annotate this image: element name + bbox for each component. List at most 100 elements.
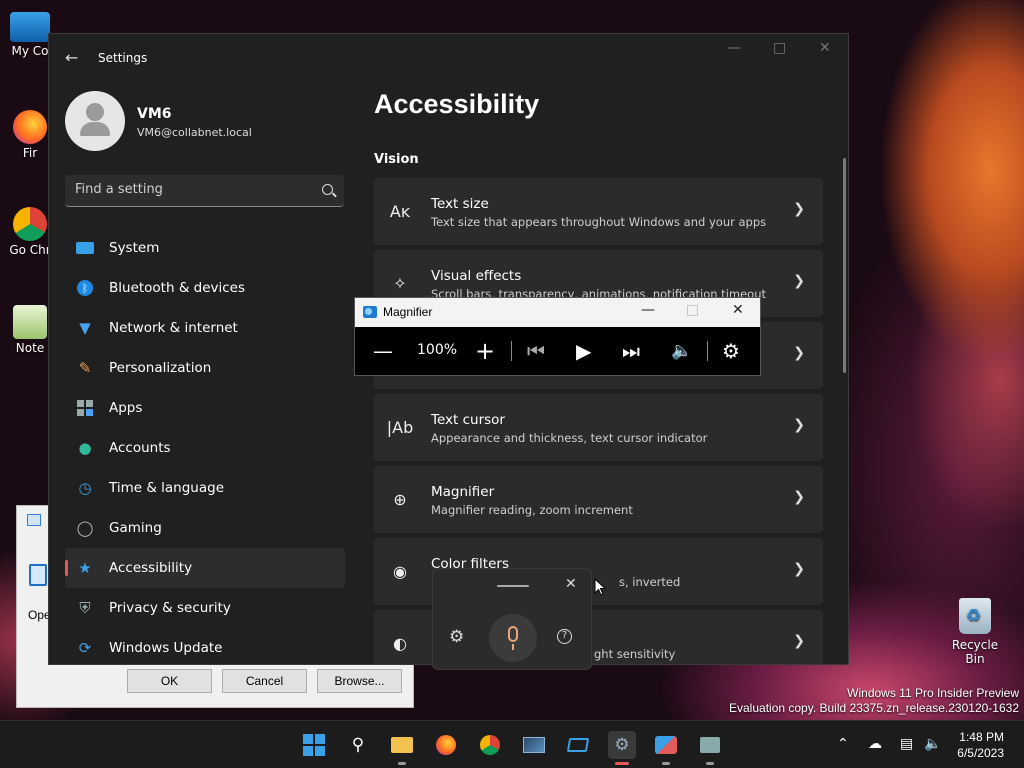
chevron-up-icon[interactable]: ⌃ <box>837 736 849 752</box>
shield-icon: ⛨ <box>79 599 91 617</box>
card-subtitle: Magnifier reading, zoom increment <box>431 503 633 517</box>
maximize-button[interactable]: □ <box>686 302 699 318</box>
sidebar-item-privacy[interactable]: ⛨ Privacy & security <box>65 588 345 628</box>
sidebar-nav: System ᛒ Bluetooth & devices ▼ Network &… <box>65 228 345 664</box>
network-icon[interactable]: ▤ <box>900 736 913 752</box>
card-subtitle: Appearance and thickness, text cursor in… <box>431 431 708 445</box>
window-icon <box>566 738 590 752</box>
next-paragraph-button[interactable]: ⏭ <box>622 339 640 363</box>
minimize-button[interactable]: — <box>641 302 655 318</box>
sidebar-item-time-language[interactable]: ◷ Time & language <box>65 468 345 508</box>
sidebar-item-personalization[interactable]: ✎ Personalization <box>65 348 345 388</box>
microphone-stem <box>512 644 514 650</box>
system-icon <box>75 238 95 258</box>
page-title: Accessibility <box>374 89 540 119</box>
sidebar-item-windows-update[interactable]: ⟳ Windows Update <box>65 628 345 664</box>
recycle-bin-icon <box>959 598 991 634</box>
notepad-icon <box>13 305 47 339</box>
task-manager-button[interactable] <box>520 731 548 759</box>
sidebar-item-bluetooth[interactable]: ᛒ Bluetooth & devices <box>65 268 345 308</box>
sidebar-item-network[interactable]: ▼ Network & internet <box>65 308 345 348</box>
volume-icon[interactable]: 🔈 <box>924 736 941 752</box>
card-title: Magnifier <box>431 484 495 500</box>
windows-logo-icon <box>303 734 325 756</box>
back-arrow-icon[interactable]: ← <box>65 48 78 67</box>
previous-paragraph-button[interactable]: ⏮ <box>527 339 545 363</box>
chevron-right-icon: ❯ <box>793 417 805 433</box>
chevron-right-icon: ❯ <box>793 489 805 505</box>
brush-icon: ✎ <box>78 359 92 377</box>
recycle-bin-label: Recycle Bin <box>951 638 999 666</box>
play-button[interactable]: ▶ <box>576 339 591 363</box>
sidebar-item-label: Accessibility <box>109 560 193 576</box>
drag-handle[interactable] <box>497 585 529 587</box>
sidebar-item-apps[interactable]: Apps <box>65 388 345 428</box>
gear-icon: ⚙ <box>614 735 630 755</box>
text-size-icon: Aᴋ <box>389 201 411 221</box>
sidebar-item-accounts[interactable]: ● Accounts <box>65 428 345 468</box>
remote-app-button[interactable] <box>696 731 724 765</box>
sidebar-item-label: Gaming <box>109 520 162 536</box>
remote-desktop-button[interactable] <box>564 731 592 759</box>
sidebar-item-gaming[interactable]: ◯ Gaming <box>65 508 345 548</box>
clock[interactable]: 1:48 PM 6/5/2023 <box>957 729 1004 761</box>
scrollbar[interactable] <box>843 158 846 373</box>
avatar[interactable] <box>65 91 125 151</box>
search-icon: ⚲ <box>351 735 365 755</box>
card-magnifier[interactable]: ⊕ Magnifier Magnifier reading, zoom incr… <box>374 466 823 533</box>
sidebar-item-label: Accounts <box>109 440 171 456</box>
contrast-icon: ◐ <box>393 633 407 653</box>
sidebar-item-label: Windows Update <box>109 640 223 656</box>
zoom-in-button[interactable]: + <box>475 339 495 363</box>
magnifier-window: Magnifier — □ ✕ — 100% + ⏮ ▶ ⏭ 🔈 ⚙ <box>354 297 761 376</box>
run-dialog-icon <box>27 514 41 526</box>
sidebar-item-accessibility[interactable]: ★ Accessibility <box>65 548 345 588</box>
gear-icon[interactable]: ⚙ <box>449 627 464 647</box>
zoom-out-button[interactable]: — <box>373 339 393 363</box>
start-button[interactable] <box>300 731 328 759</box>
close-icon[interactable]: ✕ <box>565 576 577 592</box>
taskbar: ⚲ ⚙ ⌃ ☁ ▤ 🔈 1:48 PM 6/5/2023 <box>0 720 1024 768</box>
cancel-button[interactable]: Cancel <box>222 669 307 693</box>
search-input[interactable] <box>75 182 305 197</box>
chrome-button[interactable] <box>476 731 504 759</box>
zoom-icon: ⊕ <box>393 489 407 509</box>
people-icon <box>655 736 677 754</box>
globe-clock-icon: ◷ <box>78 479 92 497</box>
card-text-size[interactable]: Aᴋ Text size Text size that appears thro… <box>374 178 823 245</box>
cloud-offline-icon[interactable]: ☁ <box>868 736 882 752</box>
settings-gear-button[interactable]: ⚙ <box>722 339 740 363</box>
search-icon[interactable] <box>322 184 333 195</box>
sidebar-item-label: System <box>109 240 160 256</box>
browse-button[interactable]: Browse... <box>317 669 402 693</box>
apps-icon <box>75 398 95 418</box>
magnifier-title-bar: Magnifier — □ ✕ <box>355 298 760 327</box>
file-explorer-button[interactable] <box>388 731 416 765</box>
magnifier-toolbar: — 100% + ⏮ ▶ ⏭ 🔈 ⚙ <box>355 327 760 376</box>
card-subtitle: s, inverted <box>619 575 681 589</box>
firefox-button[interactable] <box>432 731 460 759</box>
search-button[interactable]: ⚲ <box>344 731 372 759</box>
card-title: Text cursor <box>431 412 505 428</box>
section-label: Vision <box>374 152 419 167</box>
avatar-body <box>80 122 110 136</box>
sidebar-item-label: Network & internet <box>109 320 238 336</box>
sidebar-item-label: Privacy & security <box>109 600 231 616</box>
card-text-cursor[interactable]: |Ab Text cursor Appearance and thickness… <box>374 394 823 461</box>
help-icon[interactable]: ? <box>557 629 572 644</box>
microphone-button[interactable] <box>489 614 537 662</box>
sidebar-item-label: Time & language <box>109 480 225 496</box>
sidebar-item-system[interactable]: System <box>65 228 345 268</box>
chevron-right-icon: ❯ <box>793 273 805 289</box>
magnifier-taskbar-button[interactable] <box>652 731 680 765</box>
read-from-here-button[interactable]: 🔈 <box>671 339 692 363</box>
close-button[interactable]: ✕ <box>732 302 744 318</box>
running-indicator <box>398 762 406 765</box>
monitor-icon <box>10 12 50 42</box>
recycle-bin[interactable]: Recycle Bin <box>944 598 1006 666</box>
sparkle-icon: ✧ <box>393 273 407 293</box>
search-box[interactable] <box>65 175 344 207</box>
watermark-line1: Windows 11 Pro Insider Preview <box>847 686 1019 700</box>
settings-taskbar-button[interactable]: ⚙ <box>608 731 636 765</box>
ok-button[interactable]: OK <box>127 669 212 693</box>
